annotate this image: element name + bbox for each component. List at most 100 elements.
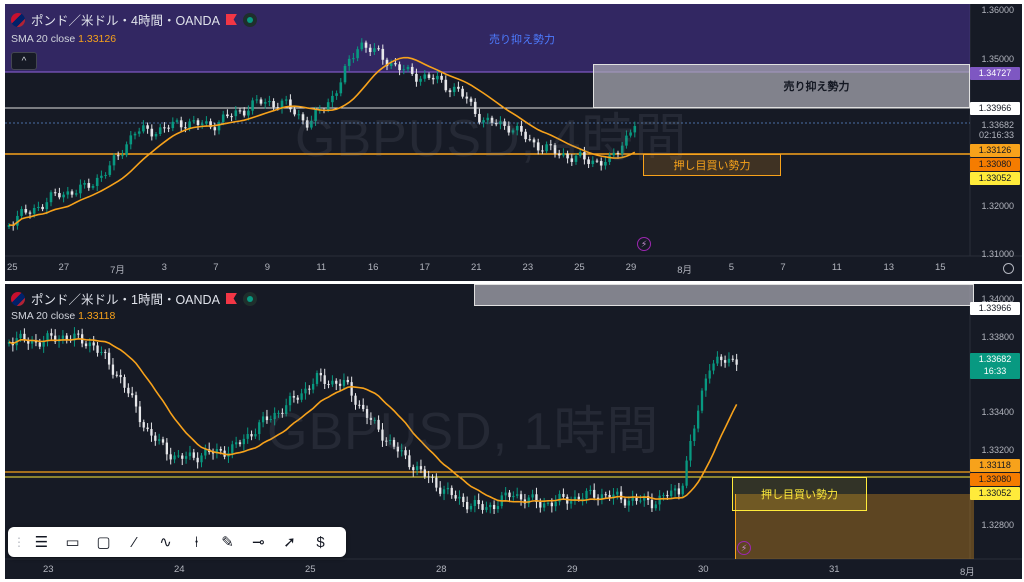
- candle: [268, 101, 271, 103]
- candle: [327, 384, 330, 386]
- candle: [419, 466, 423, 470]
- candle: [161, 439, 165, 443]
- trendline-icon[interactable]: ⁄: [119, 528, 150, 556]
- rectangle-icon[interactable]: ▢: [88, 528, 119, 556]
- candle: [415, 73, 418, 82]
- candle: [62, 194, 65, 198]
- candle: [440, 75, 443, 80]
- time-axis-label: 5: [728, 262, 735, 273]
- candle: [226, 114, 229, 117]
- candle: [79, 184, 82, 194]
- candle: [448, 90, 452, 93]
- candle: [104, 351, 107, 353]
- candle: [123, 377, 126, 388]
- support-low-price-tag[interactable]: 1.33052: [970, 487, 1020, 500]
- candle: [466, 501, 469, 510]
- drawing-toolbar[interactable]: ⋮ ☰ ▭ ▢ ⁄ ∿ ⍿ ✎ ⊸ ➚ $: [8, 527, 346, 557]
- time-axis-label: 13: [883, 262, 895, 273]
- brush-icon[interactable]: ✎: [212, 528, 243, 556]
- candle: [402, 69, 406, 71]
- candle: [74, 193, 78, 195]
- price-axis-label: 1.35000: [981, 54, 1014, 64]
- cursor-icon[interactable]: ➚: [274, 528, 305, 556]
- buy-the-dip-zone[interactable]: 押し目買い勢力: [732, 477, 867, 511]
- support-price-tag[interactable]: 1.33080: [970, 473, 1020, 486]
- candle: [693, 428, 696, 441]
- candle: [61, 335, 65, 339]
- candle: [188, 121, 191, 129]
- support-price-tag[interactable]: 1.33080: [970, 158, 1020, 171]
- candle: [88, 342, 91, 347]
- collapse-legend-button[interactable]: ^: [11, 52, 37, 70]
- candle: [58, 193, 61, 198]
- time-axis-label: 11: [316, 262, 327, 273]
- candle: [92, 342, 95, 346]
- sma-price-tag[interactable]: 1.33118: [970, 459, 1020, 472]
- candle: [146, 125, 149, 129]
- price-axis-label: 1.32800: [981, 520, 1014, 530]
- candle: [735, 359, 738, 365]
- sma-legend[interactable]: SMA 20 close 1.33118: [11, 310, 115, 322]
- candle: [129, 135, 133, 145]
- resistance-price-tag[interactable]: 1.34727: [970, 67, 1020, 80]
- lines-icon[interactable]: ☰: [26, 528, 57, 556]
- candle: [339, 82, 343, 94]
- symbol-legend: ポンド／米ドル・1時間・OANDA: [11, 289, 257, 308]
- candle: [150, 128, 154, 137]
- symbol-title[interactable]: ポンド／米ドル・4時間・OANDA: [31, 10, 220, 29]
- red-flag-icon[interactable]: [225, 14, 237, 25]
- time-axis-label: 28: [436, 564, 447, 575]
- chart-pane-4h[interactable]: ポンド／米ドル・4時間・OANDA SMA 20 close 1.33126 ^…: [5, 4, 1022, 281]
- symbol-title[interactable]: ポンド／米ドル・1時間・OANDA: [31, 289, 220, 308]
- time-axis-label: 23: [43, 564, 54, 575]
- buy-the-dip-zone[interactable]: 押し目買い勢力: [643, 154, 781, 176]
- time-axis-label: 17: [419, 262, 431, 273]
- upper-line-price-tag[interactable]: 1.33966: [970, 302, 1020, 315]
- candle: [394, 63, 397, 65]
- settings-gear-icon[interactable]: [1003, 263, 1014, 274]
- position-icon[interactable]: ⍿: [181, 528, 212, 556]
- upper-line-price-tag[interactable]: 1.33966: [970, 102, 1020, 115]
- candle: [235, 442, 238, 445]
- candle: [261, 416, 265, 423]
- horizontal-line-icon[interactable]: ⊸: [243, 528, 274, 556]
- live-status-icon[interactable]: [242, 12, 257, 27]
- candle: [666, 495, 669, 497]
- time-axis-label: 25: [7, 262, 18, 273]
- price-axis-label: 1.33400: [981, 407, 1014, 417]
- price-icon[interactable]: $: [305, 528, 336, 556]
- candle: [133, 133, 137, 136]
- path-icon[interactable]: ∿: [150, 528, 181, 556]
- candle: [368, 47, 372, 53]
- candle: [108, 165, 112, 175]
- candle: [49, 192, 53, 203]
- candle: [519, 494, 523, 500]
- candle: [100, 175, 103, 178]
- candle: [627, 500, 630, 506]
- event-flash-icon[interactable]: ⚡: [737, 541, 751, 555]
- red-flag-icon[interactable]: [225, 293, 237, 304]
- candle: [95, 177, 99, 186]
- candle: [231, 444, 234, 454]
- candle: [150, 429, 153, 436]
- support-low-price-tag[interactable]: 1.33052: [970, 172, 1020, 185]
- last-price-tag[interactable]: 1.33682 16:33: [970, 353, 1020, 379]
- candle: [712, 363, 715, 371]
- candle: [681, 485, 684, 495]
- candle: [259, 99, 263, 104]
- candle: [485, 507, 488, 510]
- sell-pressure-zone[interactable]: [474, 284, 974, 306]
- candle: [181, 455, 184, 459]
- candle: [356, 49, 359, 59]
- sma-legend[interactable]: SMA 20 close 1.33126: [11, 33, 116, 45]
- comment-icon[interactable]: ▭: [57, 528, 88, 556]
- sell-pressure-zone[interactable]: 売り抑え勢力: [593, 64, 970, 108]
- candle: [171, 121, 175, 129]
- candle: [192, 452, 195, 458]
- live-status-icon[interactable]: [242, 291, 257, 306]
- candle: [177, 455, 180, 457]
- candle: [158, 439, 161, 441]
- sma-price-tag[interactable]: 1.33126: [970, 144, 1020, 157]
- drag-handle-icon[interactable]: ⋮: [12, 528, 26, 556]
- event-flash-icon[interactable]: ⚡: [637, 237, 651, 251]
